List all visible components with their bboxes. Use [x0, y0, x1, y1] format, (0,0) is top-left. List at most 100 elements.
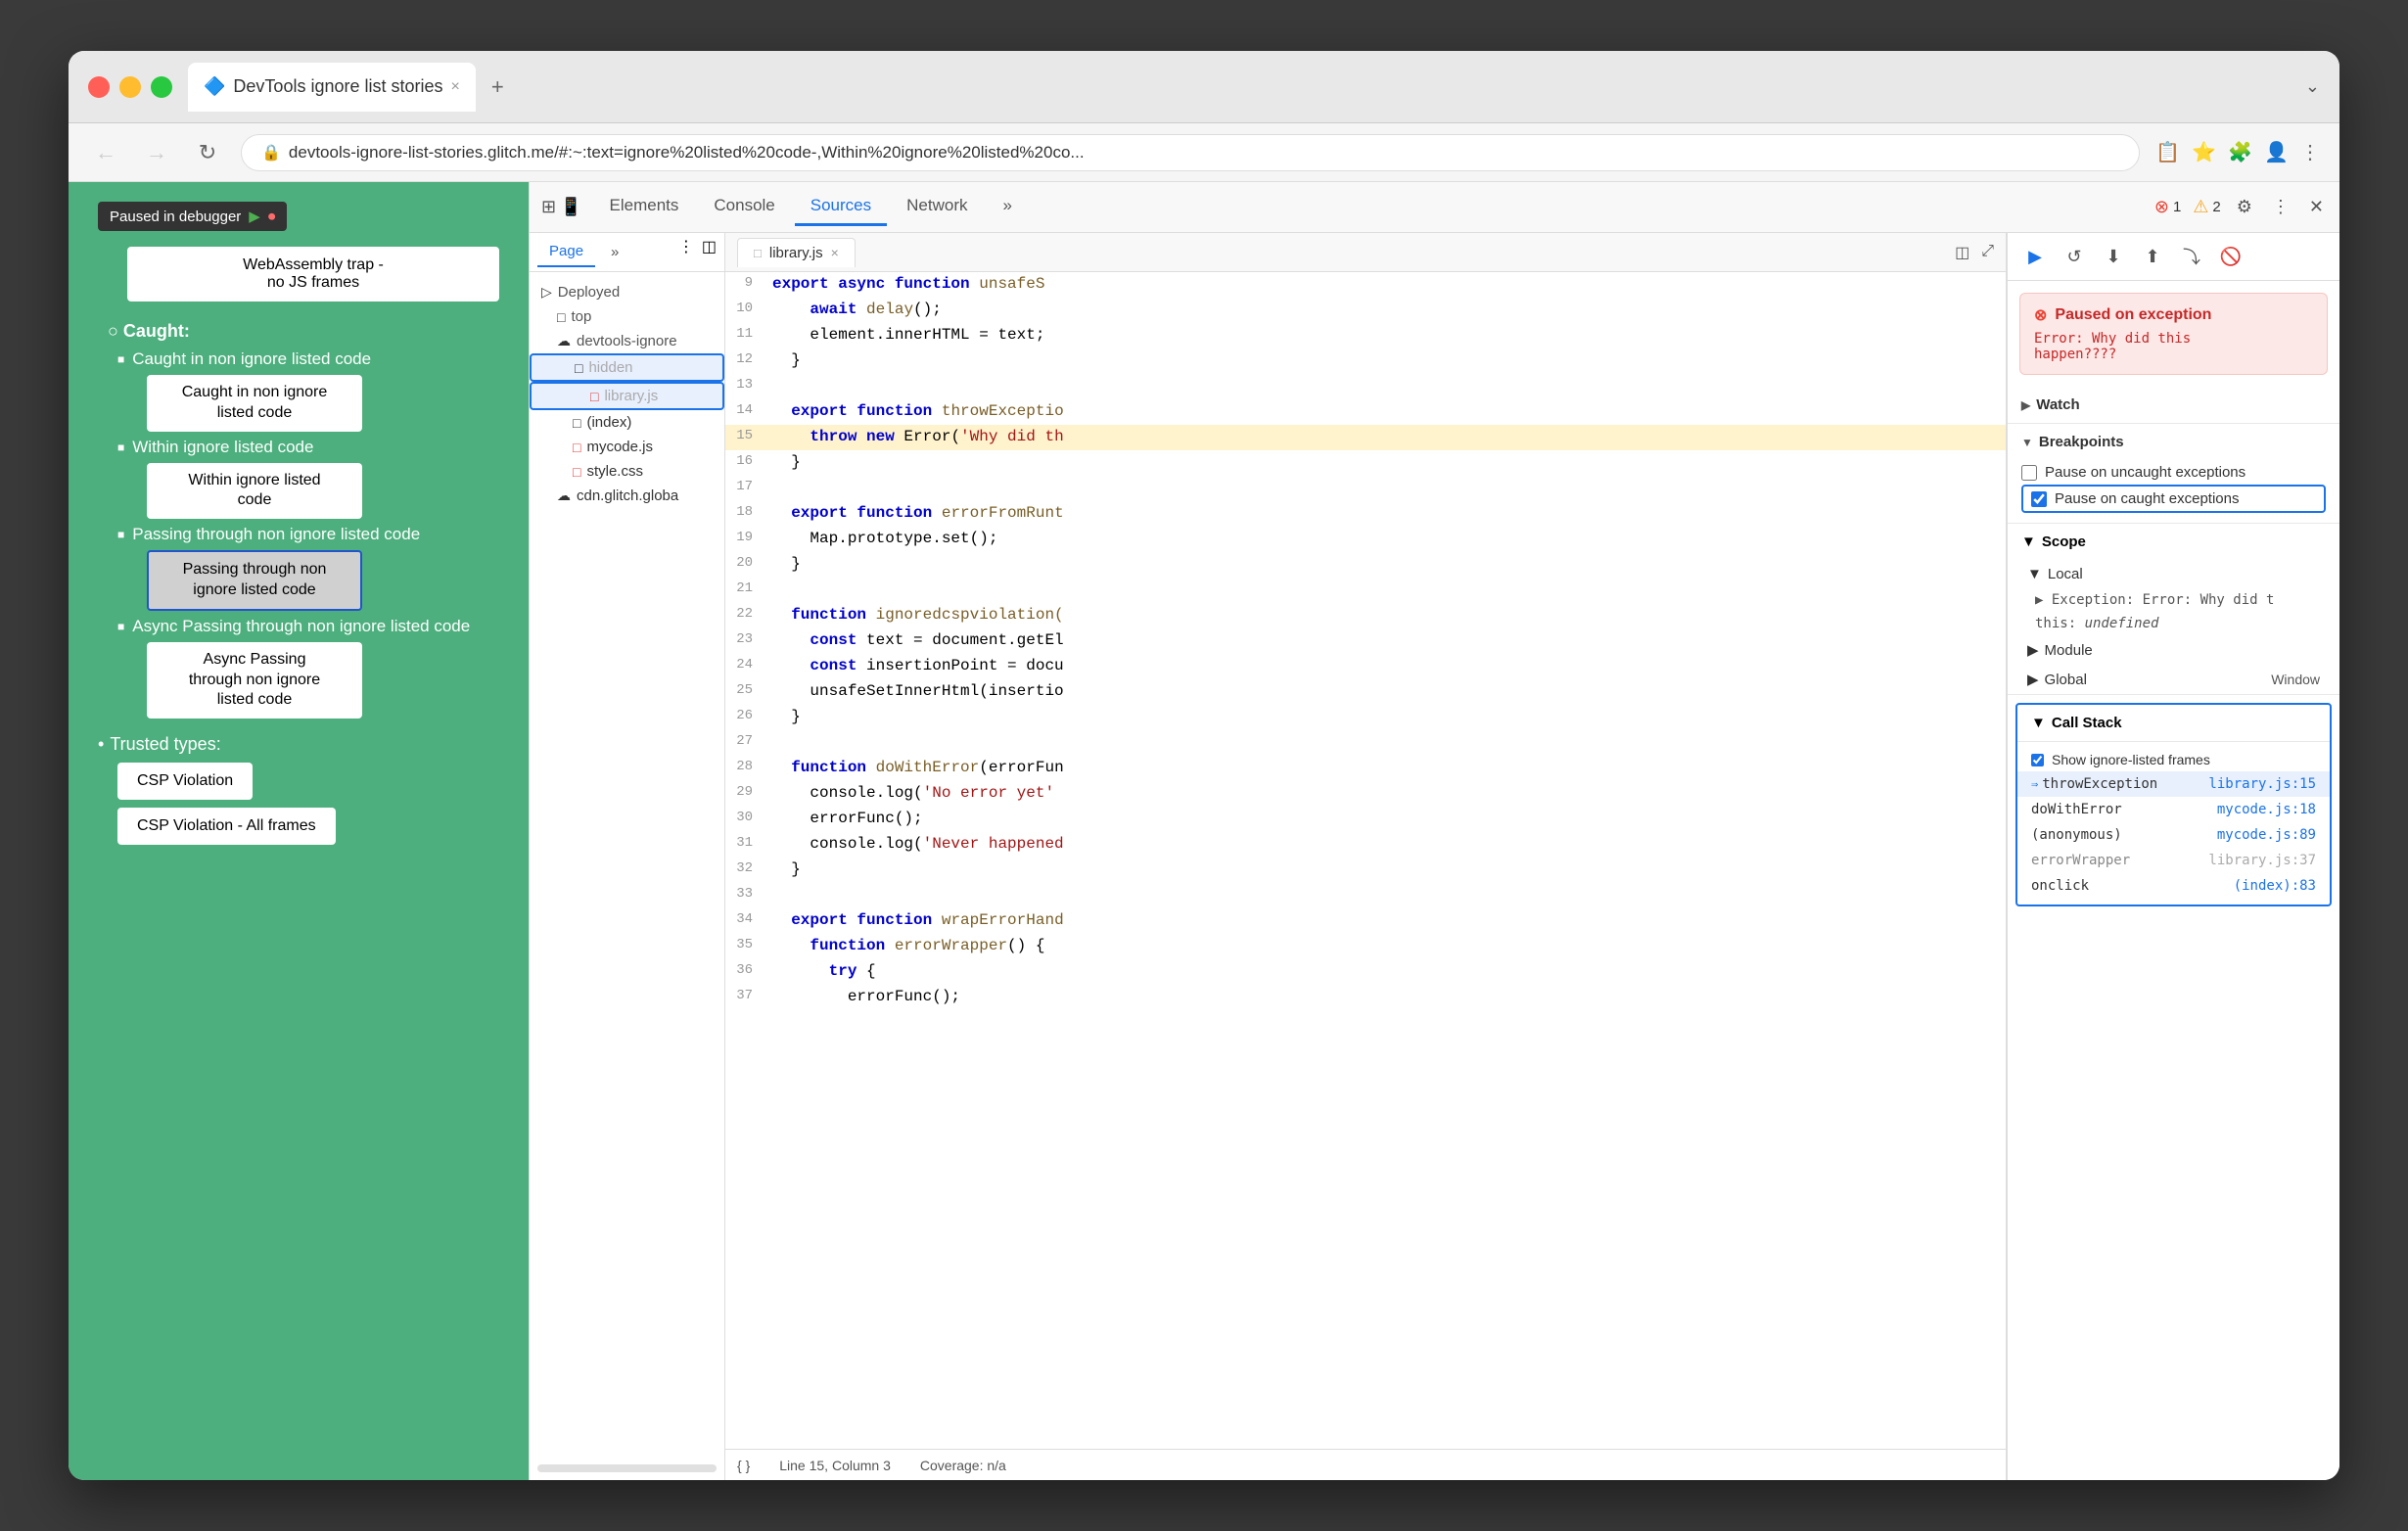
- tab-close-button[interactable]: ×: [451, 78, 460, 96]
- module-scope-header[interactable]: ▶ Module: [2008, 635, 2339, 665]
- maximize-button[interactable]: [151, 76, 172, 98]
- global-scope-header[interactable]: ▶ Global Window: [2008, 665, 2339, 694]
- play-icon[interactable]: ▶: [249, 208, 260, 225]
- tab-more-sources[interactable]: »: [599, 237, 630, 267]
- editor-tab-library[interactable]: □ library.js ×: [737, 238, 856, 267]
- step-over-button[interactable]: ↺: [2059, 241, 2090, 272]
- stack-frame-wrapper[interactable]: errorWrapper library.js:37: [2017, 848, 2330, 873]
- csp-violation-button[interactable]: CSP Violation: [117, 763, 253, 800]
- windows-menu-icon[interactable]: ⌄: [2305, 76, 2320, 97]
- scope-header[interactable]: ▼ Scope: [2008, 524, 2339, 560]
- toggle-sidebar-icon[interactable]: ◫: [1955, 243, 1969, 262]
- tab-elements[interactable]: Elements: [594, 188, 695, 226]
- url-bar[interactable]: 🔒 devtools-ignore-list-stories.glitch.me…: [241, 134, 2140, 171]
- close-button[interactable]: [88, 76, 110, 98]
- tab-page[interactable]: Page: [537, 237, 595, 267]
- stack-frame-throw[interactable]: ⇒throwException library.js:15: [2017, 771, 2330, 797]
- passing-through-button[interactable]: Passing through nonignore listed code: [147, 550, 362, 611]
- breakpoints-arrow-icon: ▼: [2021, 436, 2033, 449]
- record-icon[interactable]: ⏺: [268, 209, 276, 225]
- stack-frame-dowith[interactable]: doWithError mycode.js:18: [2017, 797, 2330, 822]
- within-ignore-button[interactable]: Within ignore listedcode: [147, 463, 362, 520]
- browser-window: 🔷 DevTools ignore list stories × + ⌄ ← →…: [69, 51, 2339, 1480]
- code-line-12: 12 }: [725, 348, 2006, 374]
- sidebar-menu-icon[interactable]: ⋮: [678, 237, 694, 267]
- tree-hidden-folder[interactable]: □ hidden: [530, 353, 724, 382]
- breakpoints-header[interactable]: ▼ Breakpoints: [2008, 424, 2339, 460]
- code-line-29: 29 console.log('No error yet': [725, 781, 2006, 807]
- local-scope-header[interactable]: ▼ Local: [2008, 560, 2339, 588]
- code-line-24: 24 const insertionPoint = docu: [725, 654, 2006, 679]
- current-frame-arrow: ⇒: [2031, 777, 2038, 791]
- watch-header[interactable]: ▶ Watch: [2008, 387, 2339, 423]
- call-stack-section: ▼ Call Stack Show ignore-listed frames: [2015, 703, 2332, 906]
- menu-icon[interactable]: ⋮: [2300, 140, 2320, 164]
- debugger-toolbar: ▶ ↺ ⬇ ⬆ ⤵ 🚫: [2008, 233, 2339, 281]
- tree-cdn[interactable]: ☁ cdn.glitch.globa: [530, 484, 724, 508]
- code-line-25: 25 unsafeSetInnerHtml(insertio: [725, 679, 2006, 705]
- back-button[interactable]: ←: [88, 135, 123, 170]
- pause-uncaught-label: Pause on uncaught exceptions: [2045, 464, 2246, 481]
- tree-style[interactable]: □ style.css: [530, 459, 724, 484]
- code-line-13: 13: [725, 374, 2006, 399]
- tree-deployed[interactable]: ▷ Deployed: [530, 280, 724, 304]
- close-devtools-icon[interactable]: ✕: [2305, 193, 2328, 221]
- forward-button[interactable]: →: [139, 135, 174, 170]
- call-stack-content: Show ignore-listed frames ⇒throwExceptio…: [2017, 742, 2330, 905]
- tab-sources[interactable]: Sources: [795, 188, 887, 226]
- pause-uncaught-checkbox[interactable]: [2021, 465, 2037, 481]
- lock-icon: 🔒: [261, 143, 281, 162]
- bookmark-icon[interactable]: 📋: [2155, 140, 2180, 164]
- star-icon[interactable]: ⭐: [2192, 140, 2216, 164]
- caught-non-ignore-button[interactable]: Caught in non ignorelisted code: [147, 375, 362, 432]
- scope-section: ▼ Scope ▼ Local ▶ Exception: Error: Why …: [2008, 524, 2339, 695]
- show-ignore-checkbox[interactable]: [2031, 754, 2044, 766]
- stack-frame-onclick[interactable]: onclick (index):83: [2017, 873, 2330, 899]
- tab-network[interactable]: Network: [891, 188, 983, 226]
- tab-more[interactable]: »: [988, 188, 1028, 226]
- call-stack-arrow-icon: ▼: [2031, 715, 2046, 731]
- editor-icons: ◫ ⤢: [1955, 243, 1994, 262]
- show-ignore-label: Show ignore-listed frames: [2052, 752, 2210, 767]
- tree-style-icon: □: [573, 464, 580, 480]
- csp-violation-all-button[interactable]: CSP Violation - All frames: [117, 808, 336, 845]
- tab-title: DevTools ignore list stories: [233, 76, 442, 97]
- new-tab-button[interactable]: +: [484, 67, 512, 108]
- refresh-button[interactable]: ↻: [190, 135, 225, 170]
- code-line-16: 16 }: [725, 450, 2006, 476]
- tree-mycode[interactable]: □ mycode.js: [530, 435, 724, 459]
- scope-exception-item: ▶ Exception: Error: Why did t: [2008, 588, 2339, 612]
- more-options-icon[interactable]: ⋮: [2268, 193, 2293, 221]
- extension-icon[interactable]: 🧩: [2228, 140, 2252, 164]
- file-icon: □: [754, 246, 762, 260]
- device-icon[interactable]: 📱: [560, 197, 581, 217]
- tab-console[interactable]: Console: [698, 188, 790, 226]
- minimize-button[interactable]: [119, 76, 141, 98]
- tree-library-js[interactable]: □ library.js: [530, 382, 724, 410]
- tree-top[interactable]: □ top: [530, 304, 724, 329]
- resume-button[interactable]: ▶: [2019, 241, 2051, 272]
- async-passing-button[interactable]: Async Passingthrough non ignorelisted co…: [147, 642, 362, 719]
- address-bar: ← → ↻ 🔒 devtools-ignore-list-stories.gli…: [69, 123, 2339, 182]
- deactivate-button[interactable]: 🚫: [2215, 241, 2246, 272]
- settings-icon[interactable]: ⚙: [2233, 193, 2256, 221]
- step-out-button[interactable]: ⬆: [2137, 241, 2168, 272]
- step-button[interactable]: ⤵: [2176, 241, 2207, 272]
- editor-tab-close[interactable]: ×: [831, 245, 839, 260]
- call-stack-header[interactable]: ▼ Call Stack: [2017, 705, 2330, 742]
- tree-devtools-ignore[interactable]: ☁ devtools-ignore: [530, 329, 724, 353]
- horizontal-scrollbar[interactable]: [537, 1464, 717, 1472]
- pause-caught-checkbox[interactable]: [2031, 491, 2047, 507]
- browser-tab[interactable]: 🔷 DevTools ignore list stories ×: [188, 63, 476, 112]
- frame-throw-loc: library.js:15: [2208, 776, 2316, 792]
- inspector-icon[interactable]: ⊞: [541, 197, 556, 217]
- stack-frame-anon[interactable]: (anonymous) mycode.js:89: [2017, 822, 2330, 848]
- tree-index[interactable]: □ (index): [530, 410, 724, 435]
- account-icon[interactable]: 👤: [2264, 140, 2289, 164]
- sidebar-panel-icon[interactable]: ◫: [702, 237, 717, 267]
- expand-editor-icon[interactable]: ⤢: [1981, 243, 1994, 262]
- code-line-20: 20 }: [725, 552, 2006, 578]
- step-into-button[interactable]: ⬇: [2098, 241, 2129, 272]
- tree-mycode-label: mycode.js: [586, 439, 653, 455]
- debugger-badge-text: Paused in debugger: [110, 209, 241, 225]
